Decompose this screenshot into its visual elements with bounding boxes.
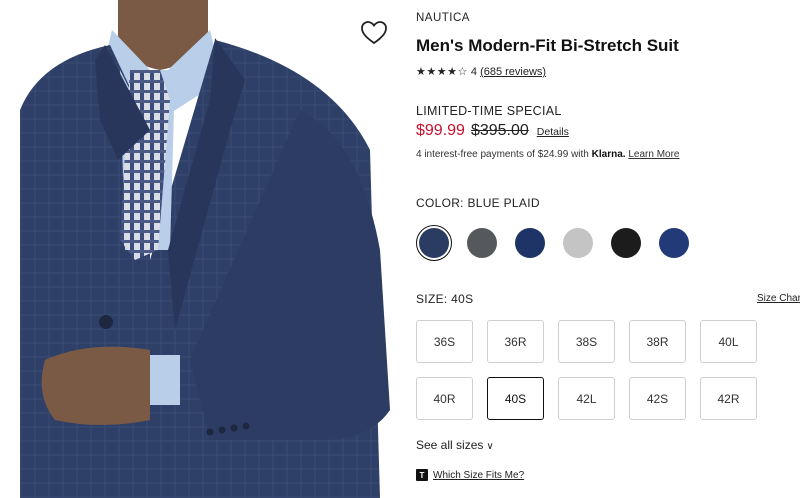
suit-photo [20,0,390,498]
learn-more-link[interactable]: Learn More [628,149,679,160]
heart-icon[interactable] [360,20,388,46]
size-button-38r[interactable]: 38R [629,320,686,363]
color-swatch-blue-plaid[interactable] [416,225,452,261]
klarna-text: 4 interest-free payments of $24.99 with [416,149,589,160]
original-price: $395.00 [470,122,529,139]
see-all-sizes-label: See all sizes [416,438,484,452]
price-row: $99.99 $395.00 Details [416,122,569,140]
size-button-42l[interactable]: 42L [558,377,615,420]
size-button-42s[interactable]: 42S [629,377,686,420]
which-size-fits-link[interactable]: Which Size Fits Me? [433,470,524,481]
size-button-36r[interactable]: 36R [487,320,544,363]
star-rating-icon: ★★★★☆ [416,66,468,78]
color-swatch-light-grey[interactable] [560,225,596,261]
chevron-down-icon: ∨ [486,441,494,452]
color-swatches [416,225,692,261]
color-swatch-dot [659,228,689,258]
color-swatch-charcoal[interactable] [464,225,500,261]
color-swatch-navy[interactable] [512,225,548,261]
size-button-36s[interactable]: 36S [416,320,473,363]
color-swatch-black[interactable] [608,225,644,261]
color-swatch-dot [467,228,497,258]
color-swatch-dot [515,228,545,258]
rating-value: 4 [470,66,477,78]
rating-row: ★★★★☆ 4 (685 reviews) [416,65,546,78]
klarna-info: 4 interest-free payments of $24.99 with … [416,149,679,160]
size-button-40s[interactable]: 40S [487,377,544,420]
sale-price: $99.99 [416,122,465,139]
size-options: 36S 36R 38S 38R 40L 40R 40S 42L 42S 42R [416,320,757,420]
size-button-38s[interactable]: 38S [558,320,615,363]
brand-name[interactable]: NAUTICA [416,12,470,24]
size-fit-row: T Which Size Fits Me? [416,469,524,481]
color-swatch-dot [563,228,593,258]
true-fit-icon: T [416,469,428,481]
size-button-42r[interactable]: 42R [700,377,757,420]
details-link[interactable]: Details [537,126,569,138]
reviews-link[interactable]: (685 reviews) [480,66,546,78]
color-swatch-dot [419,228,449,258]
size-chart-link[interactable]: Size Chart [757,293,800,304]
size-button-40r[interactable]: 40R [416,377,473,420]
color-swatch-blue[interactable] [656,225,692,261]
promo-label: LIMITED-TIME SPECIAL [416,104,562,118]
product-info: NAUTICA Men's Modern-Fit Bi-Stretch Suit… [416,0,800,498]
color-label: COLOR: BLUE PLAID [416,196,540,210]
see-all-sizes-button[interactable]: See all sizes ∨ [416,438,494,452]
size-button-40l[interactable]: 40L [700,320,757,363]
product-image[interactable] [0,0,400,498]
color-swatch-dot [611,228,641,258]
klarna-logo: Klarna. [591,149,626,160]
product-title: Men's Modern-Fit Bi-Stretch Suit [416,36,679,55]
size-label: SIZE: 40S [416,292,474,306]
